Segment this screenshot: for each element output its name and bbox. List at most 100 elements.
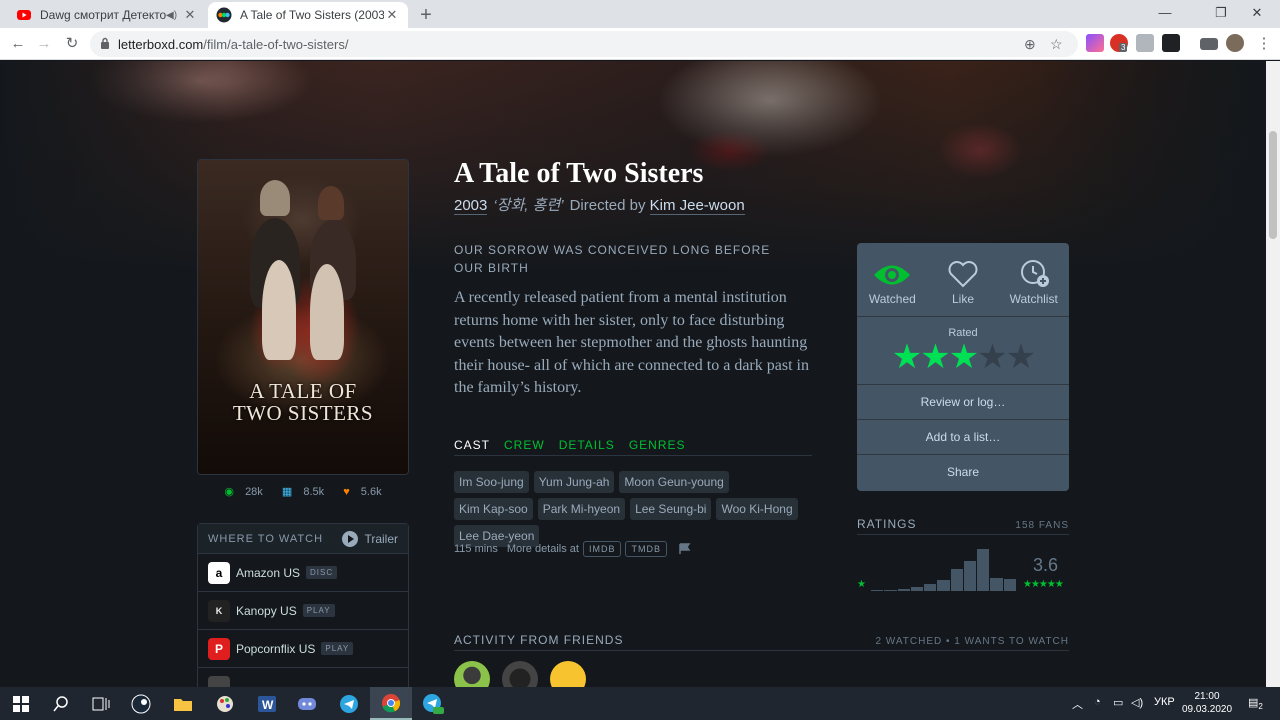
film-poster[interactable]: A TALE OF TWO SISTERS xyxy=(197,159,409,475)
share-button[interactable]: Share xyxy=(857,455,1069,490)
scrollbar-thumb[interactable] xyxy=(1269,131,1277,239)
zoom-icon[interactable]: ⊕ xyxy=(1024,36,1036,53)
rating-stars[interactable]: ★★★★★ xyxy=(857,339,1069,375)
histogram-bar[interactable] xyxy=(937,580,950,591)
service-kanopy[interactable]: K Kanopy US PLAY xyxy=(198,592,408,630)
watchlist-clock-icon xyxy=(1020,260,1049,287)
wifi-icon[interactable]: ◔ xyxy=(1094,696,1101,708)
back-button[interactable]: ← xyxy=(6,33,30,55)
menu-kebab-icon[interactable]: ⋮ xyxy=(1252,33,1276,55)
friend-avatar[interactable] xyxy=(502,661,538,687)
cast-member-chip[interactable]: Moon Geun-young xyxy=(619,471,729,493)
minimize-button[interactable]: — xyxy=(1142,2,1188,24)
battery-icon[interactable]: ▭ xyxy=(1113,696,1123,709)
histogram-bar[interactable] xyxy=(1003,579,1016,591)
histogram-bar[interactable] xyxy=(884,589,897,591)
file-explorer-icon[interactable] xyxy=(162,687,204,720)
histogram-bar[interactable] xyxy=(990,577,1003,591)
page-scrollbar[interactable] xyxy=(1266,61,1280,687)
steam-icon[interactable] xyxy=(120,687,162,720)
telegram-icon[interactable] xyxy=(328,687,370,720)
task-view-icon[interactable] xyxy=(80,687,122,720)
histogram-bar[interactable] xyxy=(910,587,924,591)
language-indicator[interactable]: УКР xyxy=(1154,696,1175,708)
extension-pen-icon[interactable] xyxy=(1086,34,1104,52)
search-icon[interactable] xyxy=(40,687,82,720)
cast-member-chip[interactable]: Yum Jung-ah xyxy=(533,471,615,493)
star-icon[interactable]: ★ xyxy=(949,338,980,376)
service-amazon[interactable]: a Amazon US DISC xyxy=(198,554,408,592)
star-icon[interactable]: ★ xyxy=(1006,338,1037,376)
add-to-list-button[interactable]: Add to a list… xyxy=(857,420,1069,455)
average-rating[interactable]: 3.6 xyxy=(1033,555,1058,576)
reload-button[interactable]: ↻ xyxy=(60,33,84,55)
watched-stat[interactable]: ◉ 28k xyxy=(220,486,266,498)
tab-genres[interactable]: GENRES xyxy=(629,438,686,455)
discord-icon[interactable] xyxy=(286,687,328,720)
tab-details[interactable]: DETAILS xyxy=(559,438,615,455)
cast-member-chip[interactable]: Lee Seung-bi xyxy=(630,498,712,520)
histogram-bar[interactable] xyxy=(977,549,990,591)
tab-cast[interactable]: CAST xyxy=(454,438,490,455)
tmdb-button[interactable]: TMDB xyxy=(625,541,667,557)
cast-member-chip[interactable]: Park Mi-hyeon xyxy=(537,498,626,520)
histogram-bar[interactable] xyxy=(950,569,963,591)
watchlist-action[interactable]: Watchlist xyxy=(998,243,1069,316)
bookmark-star-icon[interactable]: ☆ xyxy=(1050,36,1063,53)
word-icon[interactable]: W xyxy=(246,687,288,720)
service-partial[interactable] xyxy=(198,668,408,687)
cast-member-chip[interactable]: Im Soo-jung xyxy=(454,471,529,493)
address-bar[interactable]: letterboxd.com/film/a-tale-of-two-sister… xyxy=(90,31,1078,57)
notifications-icon[interactable]: ▤2 xyxy=(1248,696,1263,711)
imdb-button[interactable]: IMDB xyxy=(582,541,622,557)
lists-stat[interactable]: ▦ 8.5k xyxy=(278,486,328,498)
close-window-button[interactable]: ✕ xyxy=(1234,2,1280,24)
tab-crew[interactable]: CREW xyxy=(504,438,545,455)
close-tab-icon[interactable]: ✕ xyxy=(384,7,400,23)
star-icon[interactable]: ★ xyxy=(892,338,923,376)
histogram-bar[interactable] xyxy=(924,584,937,591)
tab-youtube[interactable]: Dawg смотрит Детектор бр ◀) ✕ xyxy=(8,2,206,28)
tray-chevron-icon[interactable]: ︿ xyxy=(1072,696,1083,712)
histogram-bar[interactable] xyxy=(871,590,884,591)
profile-avatar[interactable] xyxy=(1226,34,1244,52)
fans-link[interactable]: 158 FANS xyxy=(1015,517,1069,531)
speaker-icon[interactable]: ◀) xyxy=(166,10,178,21)
clock[interactable]: 21:00 09.03.2020 xyxy=(1180,690,1234,716)
url-path: /film/a-tale-of-two-sisters/ xyxy=(203,37,349,52)
star-icon[interactable]: ★ xyxy=(920,338,951,376)
director-link[interactable]: Kim Jee-woon xyxy=(649,197,745,215)
report-flag-icon[interactable] xyxy=(679,543,691,555)
trailer-button[interactable]: Trailer xyxy=(342,530,398,547)
telegram-alt-icon[interactable] xyxy=(412,687,454,720)
volume-icon[interactable]: ◁) xyxy=(1131,696,1143,709)
ratings-histogram[interactable] xyxy=(871,547,1017,591)
browser-toolbar: ← → ↻ letterboxd.com/film/a-tale-of-two-… xyxy=(0,28,1280,60)
extension-red-icon[interactable]: 3 xyxy=(1110,34,1128,52)
activity-summary[interactable]: 2 WATCHED • 1 WANTS TO WATCH xyxy=(875,633,1069,647)
tab-letterboxd[interactable]: A Tale of Two Sisters (2003) direc ✕ xyxy=(208,2,408,28)
paint-icon[interactable] xyxy=(204,687,246,720)
activity-label: ACTIVITY FROM FRIENDS xyxy=(454,633,624,647)
media-control-icon[interactable] xyxy=(1200,38,1218,50)
histogram-bar[interactable] xyxy=(897,589,910,591)
review-or-log-button[interactable]: Review or log… xyxy=(857,385,1069,420)
close-tab-icon[interactable]: ✕ xyxy=(182,7,198,23)
watched-action[interactable]: Watched xyxy=(857,243,928,316)
windows-start-icon[interactable] xyxy=(0,687,42,720)
new-tab-button[interactable]: + xyxy=(416,4,436,27)
like-action[interactable]: Like xyxy=(928,243,999,316)
cast-member-chip[interactable]: Woo Ki-Hong xyxy=(716,498,798,520)
chrome-icon[interactable] xyxy=(370,687,412,720)
forward-button[interactable]: → xyxy=(32,33,56,55)
star-icon[interactable]: ★ xyxy=(977,338,1008,376)
service-popcornflix[interactable]: P Popcornflix US PLAY xyxy=(198,630,408,668)
friend-avatar[interactable] xyxy=(550,661,586,687)
extension-photo-icon[interactable] xyxy=(1136,34,1154,52)
extension-dark-icon[interactable] xyxy=(1162,34,1180,52)
friend-avatar[interactable] xyxy=(454,661,490,687)
film-year-link[interactable]: 2003 xyxy=(454,197,488,215)
cast-member-chip[interactable]: Kim Kap-soo xyxy=(454,498,533,520)
histogram-bar[interactable] xyxy=(963,561,977,591)
likes-stat[interactable]: ♥ 5.6k xyxy=(339,486,385,498)
